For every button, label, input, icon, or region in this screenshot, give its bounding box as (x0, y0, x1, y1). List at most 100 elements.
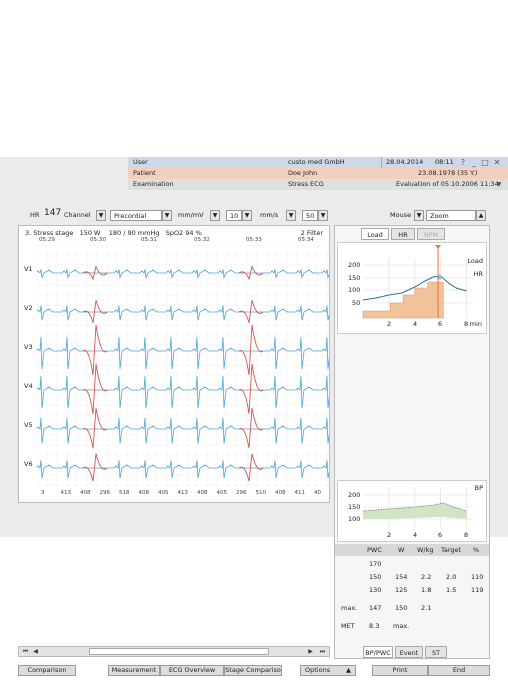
load-area (362, 281, 444, 319)
table-header: PWC (367, 546, 382, 554)
sensitivity-arrow-icon[interactable]: ▼ (242, 210, 252, 221)
x-tick: 2 (387, 531, 392, 539)
x-tick: 4 (413, 320, 418, 328)
rr-interval-value: 296 (99, 490, 111, 496)
table-header: % (473, 546, 480, 554)
ecg-panel[interactable]: 3. Stress stage 150 W 180 / 90 mmHg SpO2… (18, 225, 330, 503)
options-button[interactable]: Options ▲ (300, 665, 356, 676)
y-tick: 150 (348, 274, 361, 282)
x-unit: min (469, 320, 482, 328)
ecg-pvc-beat (82, 363, 108, 415)
channel-dropdown-icon[interactable]: ▼ (96, 210, 106, 221)
scroll-thumb[interactable] (89, 648, 269, 655)
rr-interval-value: 405 (216, 490, 228, 496)
options-label: Options (305, 666, 331, 674)
stage-comparison-button[interactable]: Stage Compariso (224, 665, 282, 676)
comparison-button[interactable]: Comparison (18, 665, 76, 676)
end-button[interactable]: End (428, 665, 490, 676)
ecg-pvc-beat (238, 324, 264, 376)
current-time: 08:11 (435, 158, 454, 166)
options-arrow-icon: ▲ (346, 666, 351, 674)
table-cell: 125 (395, 586, 408, 594)
ecg-scrollbar[interactable]: ⏮ ◀ ▶ ⏭ (18, 646, 330, 657)
rr-interval-value: 510 (255, 490, 267, 496)
patient-row[interactable]: Patient Doe John 23.08.1978 (35 Y.) (128, 168, 508, 179)
tab-st[interactable]: ST (425, 646, 447, 658)
channel-label: Channel (64, 211, 91, 219)
user-value: custo med GmbH (288, 158, 345, 166)
minimize-icon[interactable]: _ (469, 157, 479, 168)
rr-interval-value: 518 (119, 490, 130, 496)
speed-unit-arrow-icon[interactable]: ▼ (286, 210, 296, 221)
evaluation-date: Evaluation of 05.10.2006 11:34 (396, 180, 499, 188)
scroll-next-icon[interactable]: ▶ (306, 647, 315, 656)
measurement-button[interactable]: Measurement (108, 665, 160, 676)
spo2: SpO2 94 % (165, 229, 202, 237)
sensitivity-unit-arrow-icon[interactable]: ▼ (210, 210, 220, 221)
ecg-trace-v4 (37, 375, 329, 409)
tab-bp-pwc[interactable]: BP/PWC (363, 646, 393, 658)
print-button[interactable]: Print (372, 665, 428, 676)
scroll-last-icon[interactable]: ⏭ (318, 647, 327, 656)
zoom-select[interactable]: Zoom (426, 210, 476, 221)
tab-event[interactable]: Event (395, 646, 423, 658)
ecg-pvc-beat (238, 363, 264, 415)
max-watt: 150 (395, 604, 408, 612)
ecg-overview-button[interactable]: ECG Overview (160, 665, 224, 676)
channel-select-arrow-icon[interactable]: ▼ (162, 210, 172, 221)
tab-load[interactable]: Load (361, 228, 389, 240)
tab-rpm[interactable]: RPM (417, 228, 445, 240)
time-tick: 05:30 (90, 237, 106, 243)
rr-interval-value: 296 (236, 490, 247, 496)
rr-interval-value: 408 (275, 490, 286, 496)
x-tick: 6 (438, 531, 443, 539)
tab-hr[interactable]: HR (391, 228, 415, 240)
toolbar: HR 147 Channel ▼ Precordial ▼ mm/mV ▼ 10… (18, 208, 490, 223)
x-tick: 2 (387, 320, 392, 328)
rr-interval-value: 413 (60, 490, 72, 496)
pwc-table-header (335, 544, 489, 556)
filter-label: 2 Filter (300, 229, 323, 237)
table-header: W (398, 546, 405, 554)
chevron-down-icon[interactable]: ▼ (494, 179, 504, 190)
examination-row[interactable]: Examination Stress ECG Evaluation of 05.… (128, 179, 508, 190)
scroll-prev-icon[interactable]: ◀ (31, 647, 40, 656)
ecg-trace-v1 (37, 269, 329, 279)
close-icon[interactable]: ✕ (492, 157, 502, 168)
maximize-icon[interactable]: □ (480, 157, 490, 168)
ecg-traces (37, 245, 329, 487)
max-wkg: 2.1 (421, 604, 432, 612)
zoom-arrow-icon[interactable]: ▲ (476, 210, 486, 221)
speed-arrow-icon[interactable]: ▼ (318, 210, 328, 221)
cursor-marker-icon (435, 245, 442, 249)
examination-type: Stress ECG (288, 180, 324, 188)
lead-label: V2 (24, 304, 33, 312)
speed-unit: mm/s (260, 211, 279, 219)
table-header: W/kg (417, 546, 434, 554)
rr-interval-value: 40 (314, 490, 321, 496)
patient-label: Patient (133, 169, 156, 177)
channel-select[interactable]: Precordial (110, 210, 162, 221)
y-tick: 150 (348, 503, 361, 511)
mouse-arrow-icon[interactable]: ▼ (414, 210, 424, 221)
table-cell: 110 (471, 573, 484, 581)
sensitivity-value[interactable]: 10 (226, 210, 242, 221)
user-row: User custo med GmbH 28.04.2014 08:11 ? _… (128, 157, 508, 168)
hr-series-label: HR (473, 270, 483, 278)
ecg-pvc-beat (238, 408, 264, 449)
rr-interval-value: 411 (294, 490, 306, 496)
table-cell: 150 (369, 573, 382, 581)
patient-name: Doe John (288, 169, 318, 177)
x-tick: 8 (464, 531, 469, 539)
table-cell: 154 (395, 573, 408, 581)
rr-interval-value: 405 (158, 490, 169, 496)
speed-value[interactable]: 50 (302, 210, 318, 221)
rr-interval-value: 413 (177, 490, 189, 496)
max-label: max. (341, 604, 358, 612)
scroll-first-icon[interactable]: ⏮ (21, 647, 30, 656)
patient-birthdate: 23.08.1978 (35 Y.) (418, 169, 478, 177)
ecg-trace-v6 (37, 460, 329, 478)
table-cell: 1.5 (446, 586, 457, 594)
help-icon[interactable]: ? (458, 157, 468, 168)
met-label: MET (341, 622, 355, 630)
